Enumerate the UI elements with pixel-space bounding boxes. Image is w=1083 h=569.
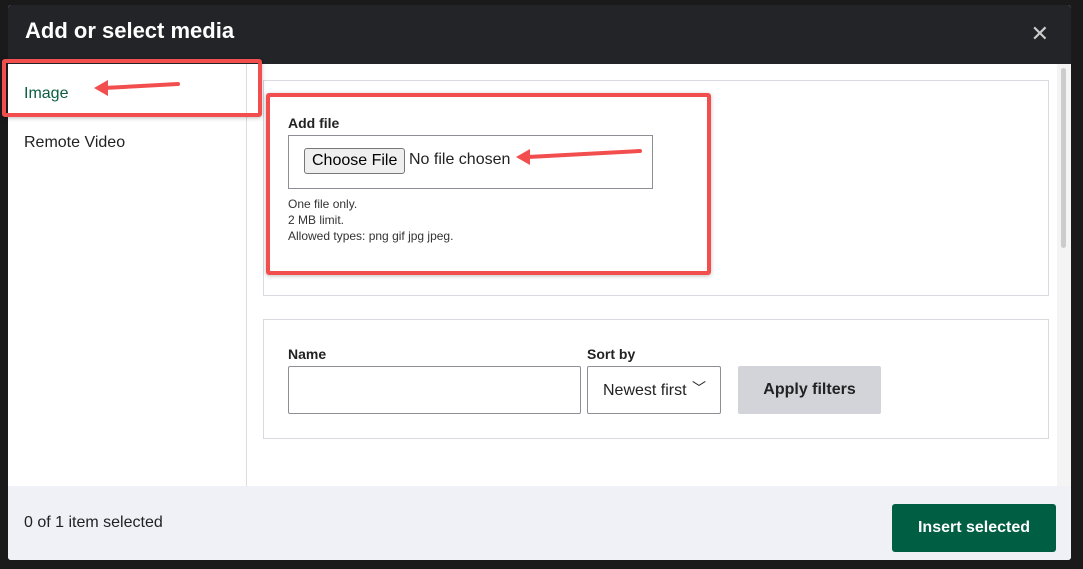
name-input[interactable] [288,366,581,414]
annotation-arrow-icon [94,80,180,96]
chevron-down-icon: ﹀ [692,380,706,396]
dialog-title: Add or select media [25,18,235,43]
scrollbar[interactable] [1057,64,1071,486]
sidebar-item-remote-video[interactable]: Remote Video [24,134,125,152]
insert-selected-button[interactable]: Insert selected [892,504,1056,552]
name-label: Name [288,346,327,362]
annotation-arrow-icon [516,149,642,165]
apply-filters-button[interactable]: Apply filters [738,366,881,414]
selection-count: 0 of 1 item selected [24,514,163,531]
scrollbar-thumb[interactable] [1061,68,1066,248]
close-icon[interactable]: ✕ [1031,21,1049,47]
sort-by-value: Newest first [603,382,687,399]
filter-panel: Name Sort by Newest first ﹀ Apply filter… [263,319,1049,439]
sort-by-label: Sort by [587,346,636,362]
sort-by-select[interactable]: Newest first ﹀ [587,366,721,414]
dialog-header: Add or select media ✕ [8,5,1071,64]
annotation-box-add-file [266,93,711,275]
media-type-sidebar: Image Remote Video [8,64,247,486]
dialog-footer: 0 of 1 item selected Insert selected [8,486,1071,560]
